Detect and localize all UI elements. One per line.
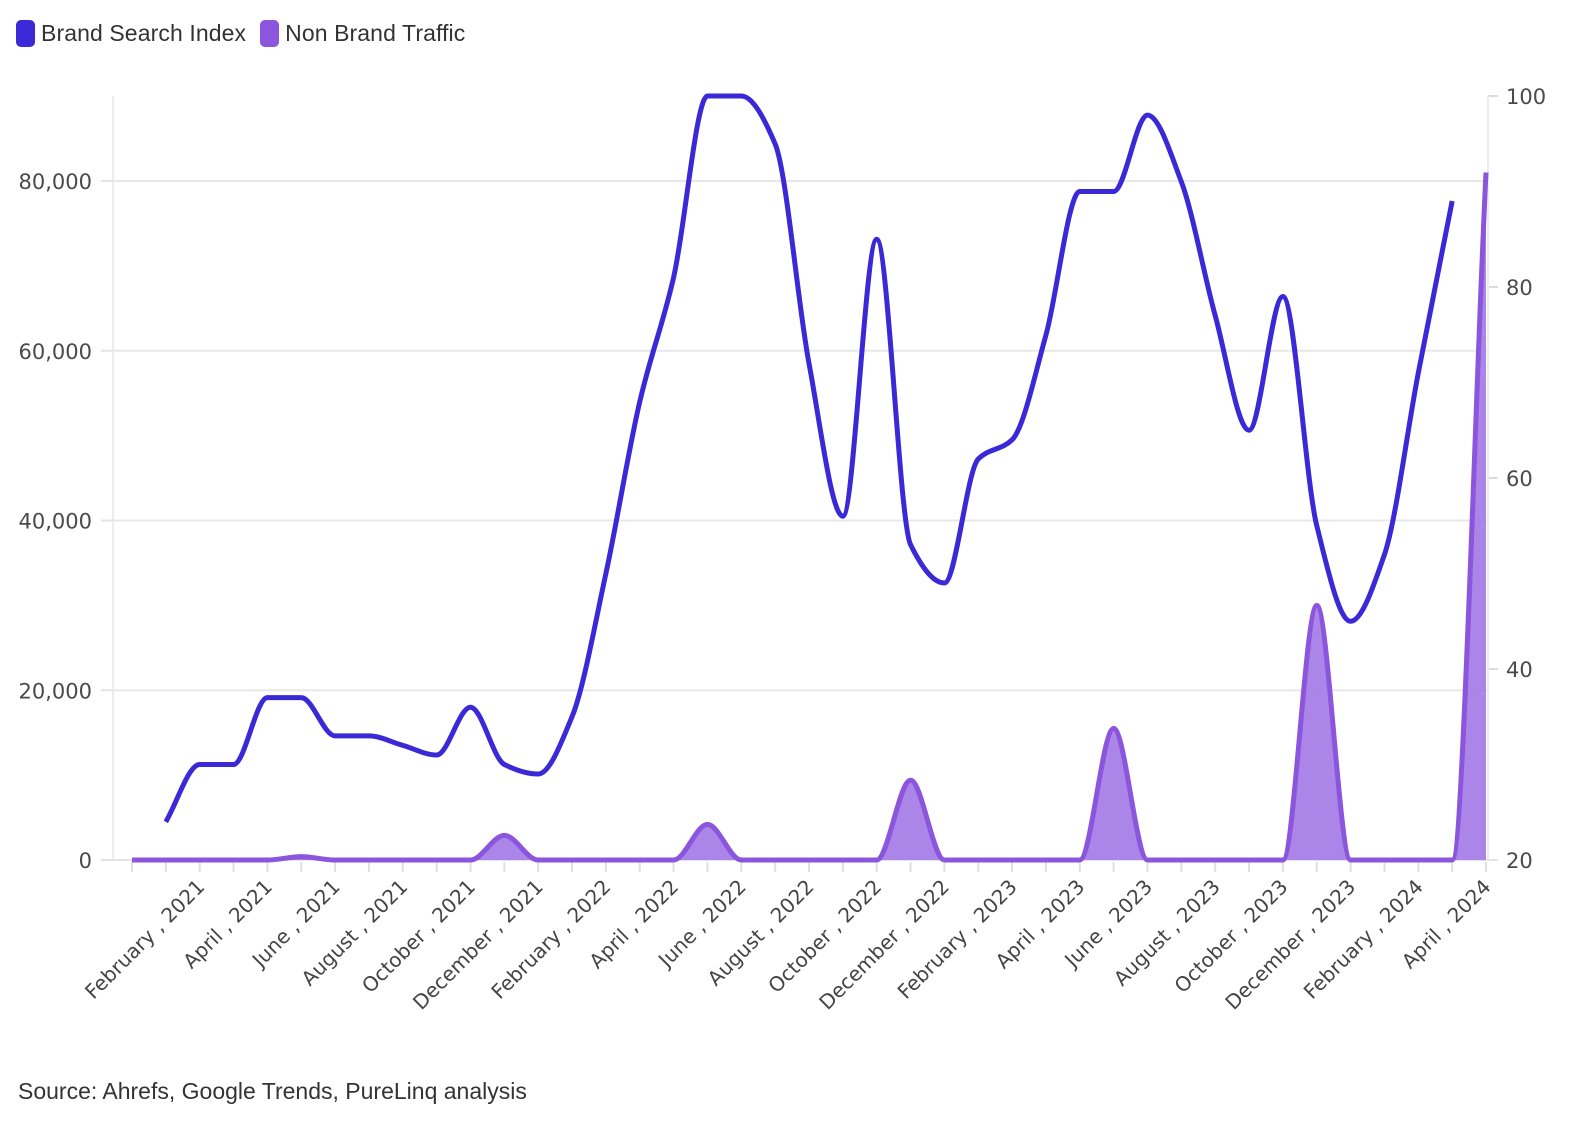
y-left-tick-label: 80,000 [19, 170, 92, 194]
x-tick-label: December , 2022 [814, 875, 954, 1015]
x-tick-label: February , 2021 [80, 875, 209, 1004]
x-tick-label: December , 2021 [408, 875, 548, 1015]
x-tick-label: October , 2021 [357, 875, 480, 998]
y-right-tick-label: 60 [1506, 467, 1533, 491]
x-tick-label: February , 2023 [893, 875, 1022, 1004]
brand-search-index-series [163, 93, 1455, 824]
x-tick-label: December , 2023 [1220, 875, 1360, 1015]
y-right-tick-label: 20 [1506, 849, 1533, 873]
chart: 0 20,000 40,000 60,000 80,000 20 40 60 80 100 Fe… [19, 85, 1547, 1015]
y-axis-left-labels: 0 20,000 40,000 60,000 80,000 [19, 170, 92, 873]
y-left-tick-label: 20,000 [19, 679, 92, 703]
non-brand-traffic-line [132, 172, 1489, 863]
y-axis-right-labels: 20 40 60 80 100 [1506, 85, 1546, 873]
x-tick-label: October , 2022 [763, 875, 886, 998]
brand-search-index-line [163, 93, 1455, 824]
y-right-tick-label: 80 [1506, 276, 1533, 300]
y-left-tick-label: 40,000 [19, 510, 92, 534]
axes [101, 95, 1498, 872]
x-tick-label: October , 2023 [1169, 875, 1292, 998]
x-tick-label: February , 2022 [486, 875, 615, 1004]
y-right-tick-label: 40 [1506, 658, 1533, 682]
source-note: Source: Ahrefs, Google Trends, PureLinq … [18, 1078, 527, 1104]
non-brand-traffic-series [132, 172, 1489, 863]
x-tick-label: February , 2024 [1299, 875, 1428, 1004]
non-brand-traffic-area [132, 172, 1486, 860]
y-left-tick-label: 60,000 [19, 340, 92, 364]
y-left-tick-label: 0 [79, 849, 92, 873]
y-right-tick-label: 100 [1506, 85, 1546, 109]
gridlines [113, 180, 1488, 692]
x-axis-labels: February , 2021April , 2021June , 2021Au… [80, 875, 1495, 1015]
